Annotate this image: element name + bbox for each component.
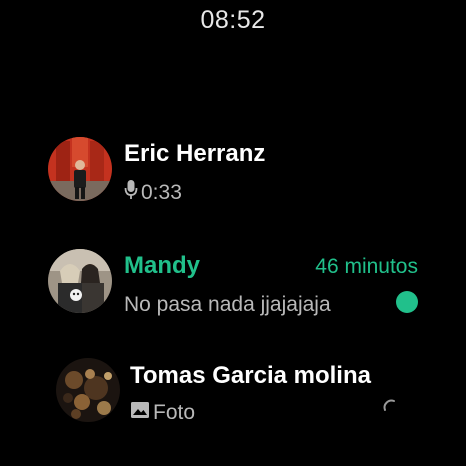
chat-preview-text: Foto <box>153 401 196 424</box>
chat-name: Tomas Garcia molina <box>130 362 371 389</box>
microphone-icon <box>124 179 138 207</box>
chat-time: 46 minutos <box>315 255 418 278</box>
photo-icon <box>130 400 150 426</box>
chat-preview: 0:33 <box>124 179 182 207</box>
watch-screen: 08:52 Eric Herranz 0:33 Mandy 46 minutos… <box>0 0 466 466</box>
chat-name: Eric Herranz <box>124 140 266 167</box>
unread-badge <box>396 291 418 313</box>
chat-preview: No pasa nada jjajajaja <box>124 293 331 317</box>
status-time: 08:52 <box>200 6 266 34</box>
avatar-photo <box>56 358 120 422</box>
loading-icon <box>382 398 400 416</box>
avatar-photo <box>48 137 112 201</box>
chat-item-tomas-garcia-molina[interactable]: Tomas Garcia molina Foto <box>0 354 466 434</box>
chat-item-eric-herranz[interactable]: Eric Herranz 0:33 <box>0 130 466 210</box>
chat-preview-text: 0:33 <box>141 181 182 204</box>
chat-item-mandy[interactable]: Mandy 46 minutos No pasa nada jjajajaja <box>0 242 466 322</box>
avatar <box>48 249 112 313</box>
chat-preview: Foto <box>130 400 195 426</box>
chat-name: Mandy <box>124 252 201 279</box>
chat-preview-text: No pasa nada jjajajaja <box>124 293 331 316</box>
avatar-photo <box>48 249 112 313</box>
avatar <box>48 137 112 201</box>
avatar <box>56 358 120 422</box>
